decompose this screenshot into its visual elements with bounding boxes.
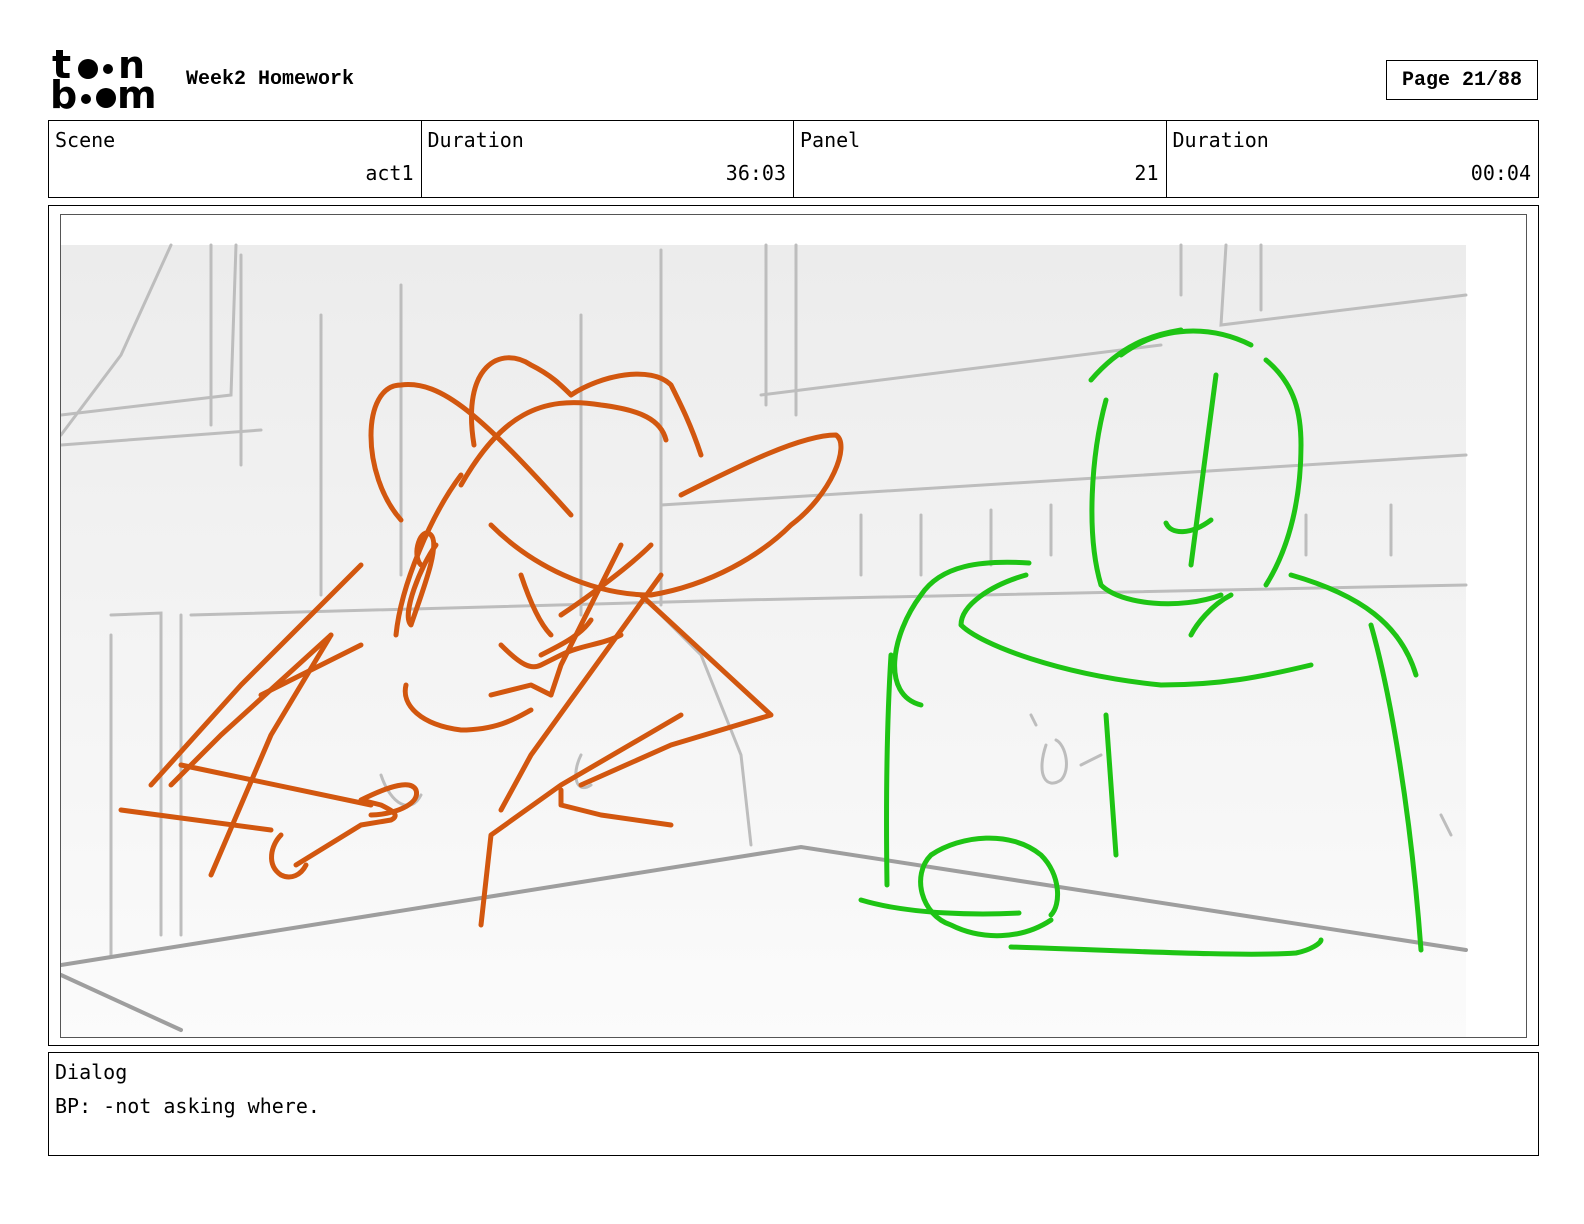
panel-info-table: Scene act1 Duration 36:03 Panel 21 Durat…: [48, 120, 1539, 198]
dialog-text: BP: -not asking where.: [55, 1094, 320, 1118]
storyboard-sketch: [61, 243, 1468, 1037]
panel-drawing-area: [60, 214, 1527, 1038]
page-indicator: Page 21/88: [1386, 60, 1538, 100]
toon-boom-logo: t n b m: [50, 42, 165, 117]
dialog-box: Dialog BP: -not asking where.: [48, 1052, 1539, 1156]
scene-label: Scene: [55, 128, 116, 152]
scene-duration-label: Duration: [427, 128, 524, 152]
scene-value: act1: [365, 161, 414, 185]
storyboard-panel: [48, 205, 1539, 1046]
panel-duration-cell: Duration 00:04: [1167, 121, 1539, 197]
panel-label: Panel: [800, 128, 861, 152]
dialog-label: Dialog: [55, 1060, 128, 1084]
document-title: Week2 Homework: [186, 68, 355, 91]
panel-duration-label: Duration: [1172, 128, 1269, 152]
svg-text:m: m: [117, 73, 157, 114]
panel-duration-value: 00:04: [1470, 161, 1531, 185]
scene-cell: Scene act1: [49, 121, 422, 197]
scene-duration-value: 36:03: [725, 161, 786, 185]
panel-cell: Panel 21: [794, 121, 1167, 197]
scene-duration-cell: Duration 36:03: [422, 121, 794, 197]
svg-text:b: b: [50, 73, 77, 114]
panel-value: 21: [1134, 161, 1159, 185]
